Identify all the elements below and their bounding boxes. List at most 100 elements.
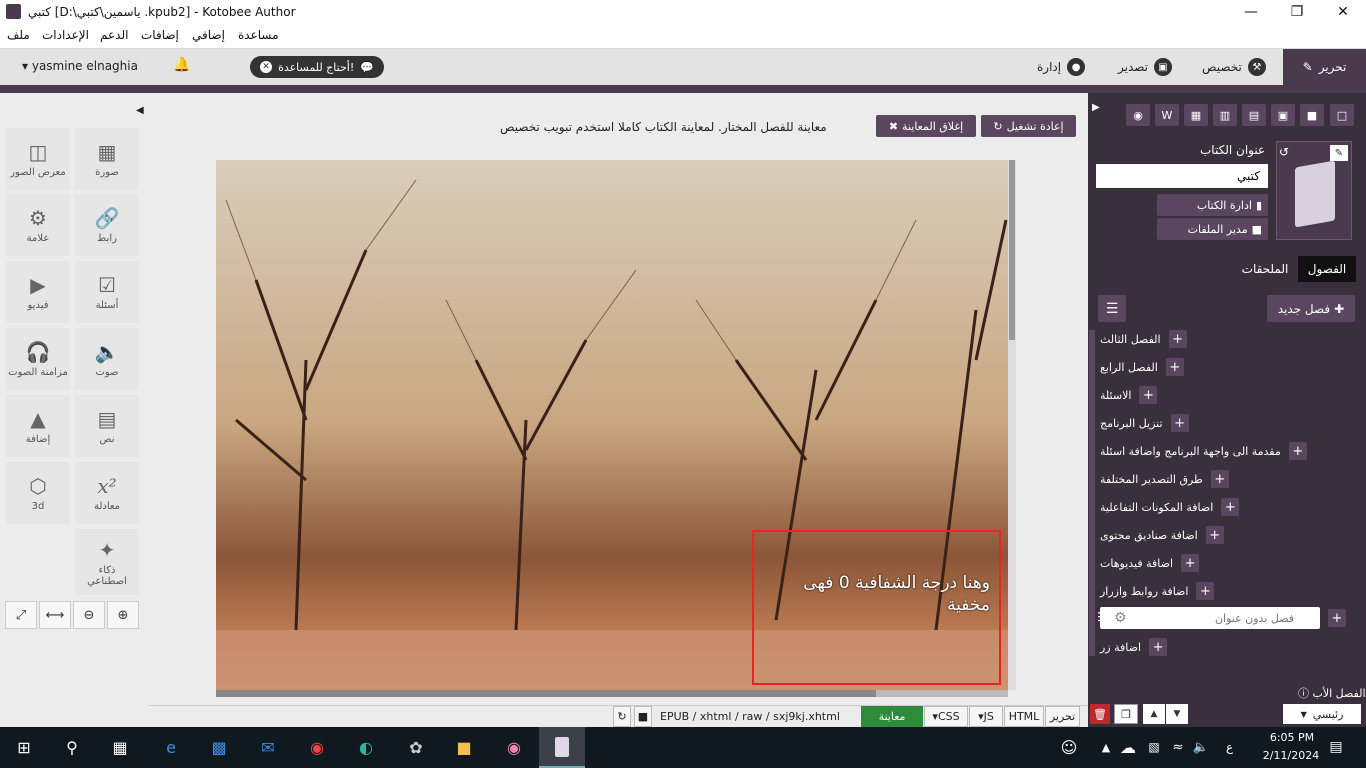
- menu-addons[interactable]: إضافات: [141, 28, 179, 42]
- task-view-icon[interactable]: ▦: [106, 733, 134, 761]
- minimize-icon[interactable]: —: [1228, 0, 1274, 23]
- edge-legacy-icon[interactable]: e: [157, 733, 185, 761]
- help-button[interactable]: ✕ أحتاج للمساعدة! 💬: [250, 56, 384, 78]
- windows-start-icon[interactable]: ⊞: [10, 733, 38, 761]
- chapter-item[interactable]: + اضافة المكونات التفاعلية: [1100, 495, 1354, 519]
- search-icon[interactable]: ⚲: [58, 733, 86, 761]
- book-cover[interactable]: ✎ ↺: [1276, 141, 1352, 240]
- expand-plus-icon[interactable]: +: [1170, 414, 1189, 432]
- expand-plus-icon[interactable]: +: [1165, 358, 1184, 376]
- expand-plus-icon[interactable]: +: [1196, 582, 1215, 600]
- tool-audio-sync[interactable]: 🎧 مزامنة الصوت: [6, 328, 70, 390]
- maximize-icon[interactable]: ❐: [1274, 0, 1320, 23]
- manage-book-button[interactable]: ادارة الكتاب ▮: [1157, 194, 1268, 216]
- folder-icon[interactable]: ■: [634, 706, 652, 727]
- chapter-item[interactable]: + اضافة فيديوهات: [1100, 551, 1354, 575]
- epub-icon[interactable]: ▦: [1184, 104, 1208, 126]
- notifications-icon[interactable]: ▤: [1322, 733, 1350, 761]
- js-dropdown[interactable]: ▾ JS: [969, 706, 1003, 727]
- chapter-item[interactable]: + الفصل الرابع: [1100, 355, 1354, 379]
- expand-plus-icon[interactable]: +: [1149, 638, 1168, 656]
- edge-icon[interactable]: ◐: [352, 733, 380, 761]
- chapter-item[interactable]: + الفصل الثالث: [1100, 327, 1354, 351]
- chapter-item[interactable]: + طرق التصدير المختلفة: [1100, 467, 1354, 491]
- tool-link[interactable]: 🔗 رابط: [75, 194, 139, 256]
- tab-customize[interactable]: تخصيص ⚒: [1202, 49, 1266, 85]
- tab-chapters[interactable]: الفصول: [1298, 256, 1356, 282]
- chapter-item[interactable]: + اضافة زر: [1100, 635, 1354, 659]
- expand-plus-icon[interactable]: +: [1221, 498, 1240, 516]
- save-icon[interactable]: ▣: [1271, 104, 1295, 126]
- tab-appendices[interactable]: الملحقات: [1232, 256, 1298, 282]
- refresh-icon[interactable]: ↻: [613, 706, 631, 727]
- chrome-icon[interactable]: ◉: [303, 733, 331, 761]
- expand-plus-icon[interactable]: +: [1210, 470, 1229, 488]
- settings-gear-icon[interactable]: ⚙: [1114, 610, 1127, 626]
- chapter-item[interactable]: + تنزيل البرنامج: [1100, 411, 1354, 435]
- close-icon[interactable]: ✕: [1320, 0, 1366, 23]
- tool-text[interactable]: ▤ نص: [75, 395, 139, 457]
- tool-image[interactable]: ▦ صورة: [75, 128, 139, 190]
- duplicate-button[interactable]: ❐: [1114, 704, 1138, 724]
- globe-icon[interactable]: ◉: [1126, 104, 1150, 126]
- tool-ai[interactable]: ✦ ذكاء اصطناعي: [75, 529, 139, 595]
- restart-button[interactable]: ↻ إعادة تشغيل: [981, 115, 1076, 137]
- parent-chapter-select[interactable]: رئيسي ▼: [1283, 704, 1361, 724]
- menu-settings[interactable]: الإعدادات: [42, 28, 89, 42]
- tool-equation[interactable]: x² معادلة: [75, 462, 139, 524]
- fit-width-icon[interactable]: ⟷: [39, 601, 71, 629]
- chapter-item-editing[interactable]: +: [1100, 606, 1354, 630]
- drag-handle-icon[interactable]: ☰: [1097, 610, 1108, 624]
- preview-vertical-scrollbar[interactable]: [1008, 160, 1016, 690]
- expand-plus-icon[interactable]: +: [1328, 609, 1346, 627]
- edit-tab[interactable]: تحرير: [1045, 706, 1080, 727]
- paint-icon[interactable]: ◉: [500, 733, 528, 761]
- tool-marker[interactable]: ⚙ علامة: [6, 194, 70, 256]
- user-menu[interactable]: ▾ yasmine elnaghia: [22, 59, 138, 73]
- collapse-arrow-icon[interactable]: ◀: [136, 105, 144, 116]
- menu-extra[interactable]: إضافي: [192, 28, 225, 42]
- tab-export[interactable]: تصدير ▣: [1118, 49, 1173, 85]
- file-manager-button[interactable]: مدير الملفات ■: [1157, 218, 1268, 240]
- chapter-item[interactable]: + اضافة روابط وازرار: [1100, 579, 1354, 603]
- open-folder-icon[interactable]: ■: [1300, 104, 1324, 126]
- new-chapter-button[interactable]: فصل جديد ✚: [1267, 295, 1355, 322]
- close-preview-button[interactable]: ✖ إغلاق المعاينة: [876, 115, 976, 137]
- move-up-button[interactable]: ▲: [1143, 704, 1165, 724]
- edit-cover-icon[interactable]: ✎: [1330, 145, 1348, 161]
- store-icon[interactable]: ▩: [205, 733, 233, 761]
- preview-horizontal-scrollbar[interactable]: [216, 690, 1008, 697]
- zoom-in-icon[interactable]: ⊕: [107, 601, 139, 629]
- chapter-item[interactable]: + اضافة صناديق محتوى: [1100, 523, 1354, 547]
- tool-video[interactable]: ▶ فيديو: [6, 261, 70, 323]
- menu-toggle-button[interactable]: ☰: [1098, 295, 1126, 322]
- css-dropdown[interactable]: ▾ CSS: [924, 706, 968, 727]
- menu-support[interactable]: الدعم: [100, 28, 128, 42]
- move-down-button[interactable]: ▼: [1166, 704, 1188, 724]
- kotobee-taskbar-icon[interactable]: [539, 727, 585, 768]
- book-title-input[interactable]: [1096, 164, 1268, 188]
- preview-button[interactable]: معاينة: [861, 706, 923, 727]
- html-tab[interactable]: HTML: [1004, 706, 1044, 727]
- bell-icon[interactable]: 🔔: [173, 57, 190, 73]
- mail-icon[interactable]: ✉: [254, 733, 282, 761]
- people-icon[interactable]: ☺: [1055, 733, 1083, 761]
- word-icon[interactable]: W: [1155, 104, 1179, 126]
- expand-plus-icon[interactable]: +: [1168, 330, 1187, 348]
- file-explorer-icon[interactable]: ■: [450, 733, 478, 761]
- expand-plus-icon[interactable]: +: [1205, 526, 1224, 544]
- zoom-out-icon[interactable]: ⊖: [73, 601, 105, 629]
- expand-plus-icon[interactable]: +: [1181, 554, 1200, 572]
- delete-button[interactable]: 🗑: [1090, 704, 1110, 724]
- tool-3d[interactable]: ⬡ 3d: [6, 462, 70, 524]
- tool-audio[interactable]: 🔈 صوت: [75, 328, 139, 390]
- pdf-icon[interactable]: ▥: [1213, 104, 1237, 126]
- tab-edit[interactable]: ✎ تحرير: [1283, 49, 1366, 85]
- tab-manage[interactable]: إدارة ●: [1037, 49, 1086, 85]
- chapter-item[interactable]: + مقدمة الى واجهة البرنامج واضافة اسئلة: [1100, 439, 1354, 463]
- recorder-icon[interactable]: ✿: [402, 733, 430, 761]
- tool-widget[interactable]: ▲ إضافة: [6, 395, 70, 457]
- close-circle-icon[interactable]: ✕: [260, 61, 273, 73]
- panel-arrow-icon[interactable]: ▶: [1092, 102, 1100, 113]
- new-file-icon[interactable]: □: [1330, 104, 1354, 126]
